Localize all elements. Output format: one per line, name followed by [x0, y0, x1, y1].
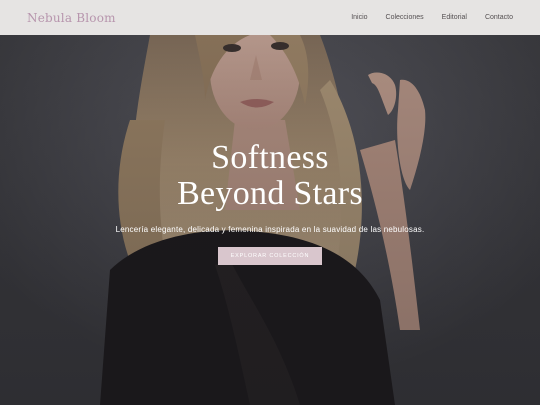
nav-link-colecciones[interactable]: Colecciones [386, 14, 424, 21]
hero-content: Softness Beyond Stars Lencería elegante,… [0, 140, 540, 265]
brand-logo[interactable]: Nebula Bloom [27, 11, 116, 25]
nav-link-inicio[interactable]: Inicio [351, 14, 367, 21]
hero-title-line2: Beyond Stars [177, 175, 363, 212]
nav-links: Inicio Colecciones Editorial Contacto [333, 14, 513, 21]
hero-title-line1: Softness [211, 139, 329, 176]
explore-collection-button[interactable]: EXPLORAR COLECCIÓN [218, 247, 322, 265]
hero-title: Softness Beyond Stars [0, 140, 540, 212]
nav-link-contacto[interactable]: Contacto [485, 14, 513, 21]
nav-link-editorial[interactable]: Editorial [442, 14, 467, 21]
hero-subtitle: Lencería elegante, delicada y femenina i… [115, 225, 425, 234]
navbar: Nebula Bloom Inicio Colecciones Editoria… [0, 0, 540, 35]
page: Nebula Bloom Inicio Colecciones Editoria… [0, 0, 540, 405]
